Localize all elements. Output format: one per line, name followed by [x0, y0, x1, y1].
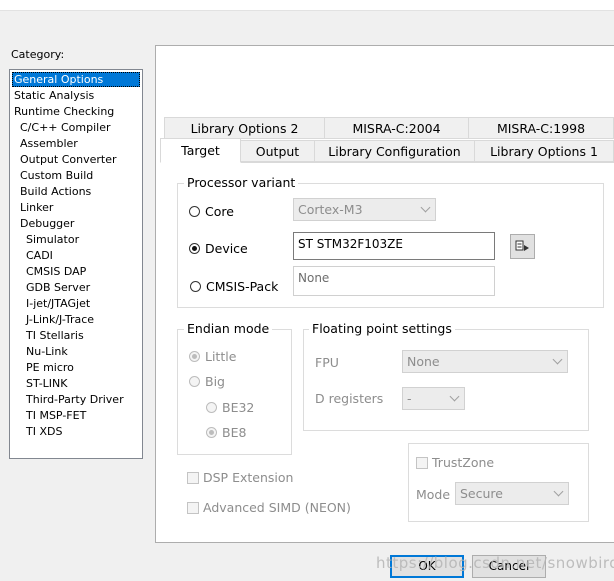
be32-radio[interactable] [206, 402, 217, 413]
fpu-label: FPU [315, 355, 339, 370]
dsp-extension-label: DSP Extension [203, 470, 294, 485]
endian-mode-legend: Endian mode [184, 321, 273, 336]
cmsis-pack-field[interactable]: None [293, 266, 495, 296]
device-label: Device [205, 241, 248, 256]
d-registers-label: D registers [315, 391, 384, 406]
category-item-assembler[interactable]: Assembler [18, 136, 80, 151]
chevron-down-icon [553, 486, 564, 497]
tab-library-configuration[interactable]: Library Configuration [314, 140, 475, 162]
device-field[interactable]: ST STM32F103ZE [293, 232, 495, 260]
fpu-select[interactable]: None [402, 350, 568, 373]
category-item-runtime-checking[interactable]: Runtime Checking [12, 104, 116, 119]
be32-label: BE32 [222, 400, 255, 415]
select-device-button[interactable] [510, 234, 535, 259]
chevron-down-icon [420, 202, 431, 213]
tab-output[interactable]: Output [240, 140, 315, 162]
cancel-button[interactable]: Cancel [472, 555, 546, 578]
category-item-ti-msp-fet[interactable]: TI MSP-FET [24, 408, 88, 423]
tab-library-options-2[interactable]: Library Options 2 [164, 117, 325, 139]
category-item-jlink[interactable]: J-Link/J-Trace [24, 312, 96, 327]
category-item-st-link[interactable]: ST-LINK [24, 376, 69, 391]
dialog-top-strip [0, 0, 614, 11]
tab-target[interactable]: Target [160, 138, 241, 163]
d-registers-select[interactable]: - [402, 387, 465, 410]
category-item-general-options[interactable]: General Options [12, 72, 140, 87]
category-list[interactable]: General Options Static Analysis Runtime … [9, 69, 143, 459]
ok-button[interactable]: OK [390, 555, 464, 578]
category-item-ti-xds[interactable]: TI XDS [24, 424, 64, 439]
category-item-simulator[interactable]: Simulator [24, 232, 81, 247]
category-item-custom-build[interactable]: Custom Build [18, 168, 95, 183]
tab-library-options-1[interactable]: Library Options 1 [474, 140, 614, 162]
category-item-gdb-server[interactable]: GDB Server [24, 280, 92, 295]
core-select[interactable]: Cortex-M3 [293, 198, 436, 221]
dsp-extension-checkbox[interactable] [187, 472, 199, 484]
category-item-output-converter[interactable]: Output Converter [18, 152, 119, 167]
trustzone-checkbox[interactable] [416, 457, 428, 469]
fpu-select-value: None [407, 354, 440, 369]
cmsis-pack-label: CMSIS-Pack [206, 279, 279, 294]
category-item-ti-stellaris[interactable]: TI Stellaris [24, 328, 86, 343]
category-item-static-analysis[interactable]: Static Analysis [12, 88, 96, 103]
core-radio[interactable] [189, 206, 200, 217]
device-list-icon [515, 240, 529, 251]
category-item-c-compiler[interactable]: C/C++ Compiler [18, 120, 113, 135]
trustzone-mode-label: Mode [416, 487, 451, 502]
little-endian-label: Little [205, 349, 237, 364]
category-item-cmsis-dap[interactable]: CMSIS DAP [24, 264, 88, 279]
advanced-simd-label: Advanced SIMD (NEON) [203, 500, 351, 515]
trustzone-label: TrustZone [432, 455, 495, 470]
be8-radio[interactable] [206, 427, 217, 438]
category-item-cadi[interactable]: CADI [24, 248, 55, 263]
trustzone-mode-select[interactable]: Secure [455, 482, 569, 505]
category-item-nu-link[interactable]: Nu-Link [24, 344, 70, 359]
chevron-down-icon [449, 391, 460, 402]
little-endian-radio[interactable] [189, 351, 200, 362]
big-endian-label: Big [205, 374, 225, 389]
tab-misra-c-2004[interactable]: MISRA-C:2004 [324, 117, 469, 139]
cmsis-pack-radio[interactable] [190, 281, 201, 292]
core-label: Core [205, 204, 234, 219]
category-item-pe-micro[interactable]: PE micro [24, 360, 76, 375]
d-registers-select-value: - [407, 391, 412, 406]
big-endian-radio[interactable] [189, 376, 200, 387]
category-item-ijet[interactable]: I-jet/JTAGjet [24, 296, 92, 311]
chevron-down-icon [552, 354, 563, 365]
device-radio[interactable] [189, 243, 200, 254]
category-item-build-actions[interactable]: Build Actions [18, 184, 93, 199]
floating-point-group [303, 329, 589, 431]
category-label: Category: [11, 48, 65, 61]
category-item-debugger[interactable]: Debugger [18, 216, 76, 231]
processor-variant-legend: Processor variant [184, 175, 299, 190]
floating-point-legend: Floating point settings [309, 321, 455, 336]
tab-misra-c-1998[interactable]: MISRA-C:1998 [468, 117, 614, 139]
be8-label: BE8 [222, 425, 247, 440]
category-item-third-party-driver[interactable]: Third-Party Driver [24, 392, 126, 407]
advanced-simd-checkbox[interactable] [187, 502, 199, 514]
category-item-linker[interactable]: Linker [18, 200, 55, 215]
core-select-value: Cortex-M3 [298, 202, 363, 217]
trustzone-mode-value: Secure [460, 486, 503, 501]
